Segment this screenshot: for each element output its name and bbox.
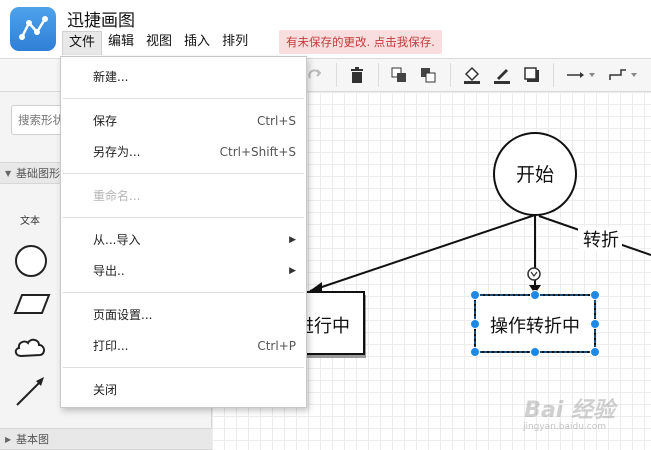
app-title: 迅捷画图 bbox=[67, 11, 135, 31]
toolbar-separator bbox=[553, 63, 554, 87]
file-menu-dropdown: 新建... 保存 Ctrl+S 另存为... Ctrl+Shift+S 重命名...… bbox=[60, 56, 307, 408]
menu-separator bbox=[63, 367, 304, 368]
unsaved-changes-notice[interactable]: 有未保存的更改. 点击我保存. bbox=[279, 30, 442, 54]
menu-item-save[interactable]: 保存 Ctrl+S bbox=[61, 108, 306, 134]
toolbar-separator bbox=[336, 63, 337, 87]
menu-separator bbox=[63, 98, 304, 99]
line-color-icon[interactable] bbox=[492, 65, 512, 85]
to-front-icon[interactable] bbox=[389, 65, 409, 85]
menubar: 文件 编辑 视图 插入 排列 bbox=[62, 31, 254, 55]
menu-item-new[interactable]: 新建... bbox=[61, 64, 306, 90]
fill-color-icon[interactable] bbox=[462, 65, 482, 85]
section-basic[interactable]: ▶ 基本图 bbox=[0, 428, 212, 450]
watermark: Bai 经验 bbox=[524, 398, 615, 423]
delete-icon[interactable] bbox=[347, 65, 367, 85]
menu-separator bbox=[63, 217, 304, 218]
rotate-handle-icon[interactable] bbox=[527, 267, 541, 281]
submenu-arrow-icon: ▶ bbox=[289, 266, 296, 276]
menu-item-rename: 重命名... bbox=[93, 189, 141, 203]
turn-label[interactable]: 转折 bbox=[583, 230, 619, 251]
shape-text[interactable]: 文本 bbox=[20, 212, 40, 227]
shape-circle[interactable] bbox=[14, 244, 48, 278]
shadow-icon[interactable] bbox=[522, 65, 542, 85]
menu-edit[interactable]: 编辑 bbox=[102, 31, 140, 55]
menu-file[interactable]: 文件 bbox=[62, 31, 103, 55]
menu-arrange[interactable]: 排列 bbox=[216, 31, 254, 55]
collapse-caret-icon: ▼ bbox=[5, 169, 12, 178]
shape-arrow-line[interactable] bbox=[14, 374, 48, 408]
to-back-icon[interactable] bbox=[418, 65, 438, 85]
menu-item-save-as[interactable]: 另存为... Ctrl+Shift+S bbox=[61, 139, 306, 165]
menu-view[interactable]: 视图 bbox=[140, 31, 178, 55]
menu-item-export[interactable]: 导出.. ▶ bbox=[61, 258, 306, 284]
submenu-arrow-icon: ▶ bbox=[289, 235, 296, 245]
shape-parallelogram[interactable] bbox=[12, 292, 52, 316]
toolbar-separator bbox=[450, 63, 451, 87]
section-basic-label: 基本图 bbox=[16, 433, 49, 446]
watermark-url: jingyan.baidu.com bbox=[522, 422, 606, 432]
section-basic-shapes-label: 基础图形 bbox=[16, 167, 60, 180]
connection-icon[interactable] bbox=[564, 65, 598, 85]
waypoints-icon[interactable] bbox=[606, 65, 640, 85]
logo-graph-icon bbox=[19, 16, 48, 40]
shape-cloud[interactable] bbox=[12, 335, 48, 361]
menu-separator bbox=[63, 173, 304, 174]
app-logo bbox=[10, 7, 56, 51]
menu-insert[interactable]: 插入 bbox=[178, 31, 216, 55]
menu-item-page-setup[interactable]: 页面设置... bbox=[61, 302, 306, 328]
redo-icon[interactable] bbox=[305, 65, 325, 85]
menu-item-print[interactable]: 打印... Ctrl+P bbox=[61, 333, 306, 359]
app-header: 迅捷画图 文件 编辑 视图 插入 排列 有未保存的更改. 点击我保存. bbox=[0, 0, 651, 58]
menu-separator bbox=[63, 292, 304, 293]
expand-caret-icon: ▶ bbox=[5, 435, 12, 444]
start-node-label: 开始 bbox=[516, 164, 554, 186]
menu-item-close[interactable]: 关闭 bbox=[61, 377, 306, 403]
selected-node-label: 操作转折中 bbox=[490, 316, 580, 337]
toolbar-separator bbox=[378, 63, 379, 87]
menu-item-import[interactable]: 从...导入 ▶ bbox=[61, 227, 306, 253]
connector-start-to-left[interactable] bbox=[309, 214, 536, 292]
